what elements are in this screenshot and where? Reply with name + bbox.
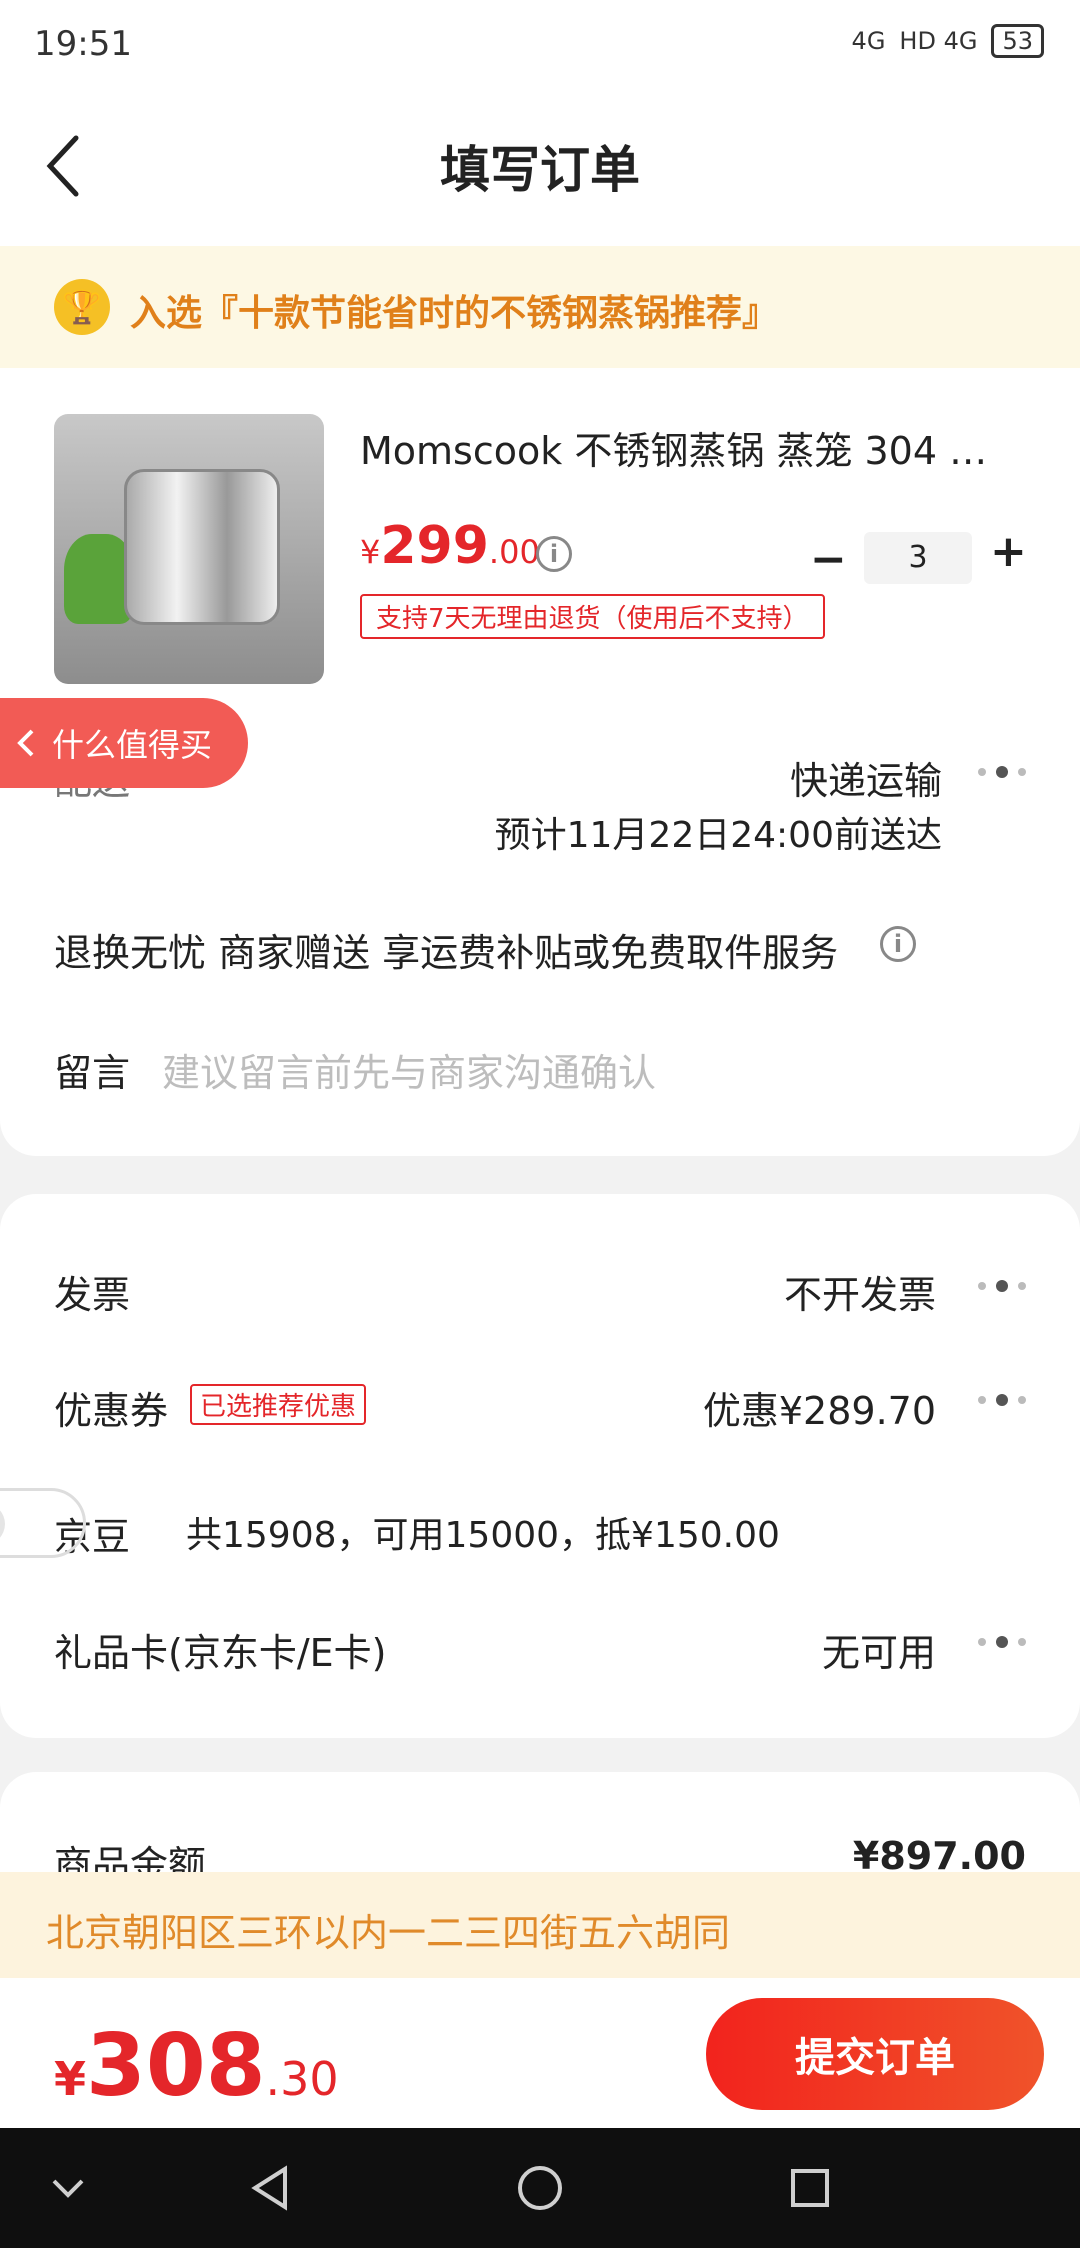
invoice-value[interactable]: 不开发票: [784, 1264, 936, 1319]
coupon-more-icon[interactable]: [978, 1394, 1026, 1406]
message-label: 留言: [54, 1051, 131, 1095]
jingdou-text: 共15908，可用15000，抵¥150.00: [186, 1515, 780, 1556]
product-image[interactable]: [54, 414, 324, 684]
delivery-more-icon[interactable]: [978, 766, 1026, 778]
chevron-left-icon: [17, 729, 34, 757]
giftcard-value[interactable]: 无可用: [822, 1622, 936, 1677]
trophy-icon: 🏆: [54, 279, 110, 335]
smzdm-float-button[interactable]: 什么值得买: [0, 698, 248, 788]
quantity-plus-button[interactable]: +: [990, 526, 1027, 577]
steamer-pot-image: [124, 469, 280, 625]
recents-square-icon[interactable]: [780, 2158, 840, 2218]
status-icons: 4G HD 4G 53: [852, 24, 1044, 58]
address-bar[interactable]: 北京朝阳区三环以内一二三四街五六胡同: [0, 1872, 1080, 1978]
return-service-text: 退换无忧 商家赠送 享运费补贴或免费取件服务: [54, 931, 839, 975]
home-circle-icon[interactable]: [510, 2158, 570, 2218]
payment-options-card: 发票 不开发票 优惠券 已选推荐优惠 优惠¥289.70 京豆 共15908，可…: [0, 1194, 1080, 1738]
address-text: 北京朝阳区三环以内一二三四街五六胡同: [46, 1911, 731, 1955]
quantity-input[interactable]: 3: [864, 532, 972, 584]
delivery-eta: 预计11月22日24:00前送达: [494, 815, 942, 856]
return-policy-tag: 支持7天无理由退货（使用后不支持）: [360, 594, 825, 639]
battery-icon: 53: [991, 24, 1044, 58]
giftcard-label: 礼品卡(京东卡/E卡): [54, 1631, 387, 1675]
bottom-bar: ¥308.30 提交订单: [0, 1978, 1080, 2128]
return-service-info-icon[interactable]: i: [880, 926, 916, 962]
status-time: 19:51: [34, 24, 132, 64]
status-bar: 19:51 4G HD 4G 53: [0, 0, 1080, 90]
message-input[interactable]: 建议留言前先与商家沟通确认: [162, 1042, 656, 1097]
giftcard-more-icon[interactable]: [978, 1636, 1026, 1648]
coupon-value[interactable]: 优惠¥289.70: [703, 1380, 936, 1435]
price-info-icon[interactable]: i: [536, 536, 572, 572]
banner-text: 入选『十款节能省时的不锈钢蒸锅推荐』: [130, 293, 779, 334]
invoice-label: 发票: [54, 1273, 131, 1317]
toggle-knob: [0, 1503, 5, 1545]
signal-icon: HD 4G: [899, 27, 978, 55]
submit-order-button[interactable]: 提交订单: [706, 1998, 1044, 2110]
coupon-label: 优惠券: [54, 1389, 169, 1433]
total-price: ¥308.30: [54, 2016, 339, 2116]
quantity-minus-button[interactable]: −: [810, 534, 847, 585]
collapse-icon[interactable]: [38, 2158, 98, 2218]
float-button-label: 什么值得买: [52, 726, 213, 764]
header: 填写订单: [0, 90, 1080, 246]
system-nav-bar: [0, 2128, 1080, 2248]
jingdou-toggle[interactable]: [0, 1488, 86, 1558]
back-triangle-icon[interactable]: [240, 2158, 300, 2218]
page-title: 填写订单: [440, 141, 640, 199]
recommendation-banner[interactable]: 🏆 入选『十款节能省时的不锈钢蒸锅推荐』: [0, 246, 1080, 368]
product-name[interactable]: Momscook 不锈钢蒸锅 蒸笼 304 单…: [360, 420, 1020, 475]
delivery-method[interactable]: 快递运输: [790, 750, 942, 805]
network-icon: 4G: [851, 27, 886, 55]
invoice-more-icon[interactable]: [978, 1280, 1026, 1292]
product-price: ¥299.00: [360, 516, 540, 576]
coupon-tag: 已选推荐优惠: [190, 1384, 367, 1425]
